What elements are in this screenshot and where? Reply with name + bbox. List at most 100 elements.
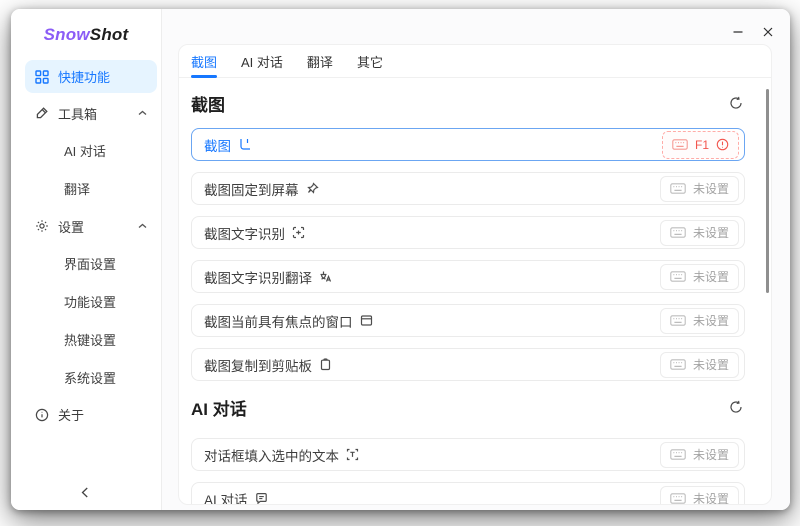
- sidebar-item-label: 快捷功能: [58, 70, 111, 85]
- chevron-up-icon: [138, 223, 147, 229]
- sidebar-item-translate[interactable]: 翻译: [25, 171, 157, 206]
- translate-icon: [319, 270, 332, 283]
- hotkey-row-fill-selected-text[interactable]: 对话框填入选中的文本 未设置: [191, 438, 745, 471]
- sidebar: Snow Shot 快捷功能 工具箱 AI 对话 翻译 设置 界面设置 功能设置…: [11, 9, 162, 510]
- hotkey-badge[interactable]: 未设置: [659, 351, 739, 378]
- hotkey-value: F1: [694, 137, 709, 152]
- sidebar-item-label: 关于: [58, 408, 85, 423]
- chevron-up-icon: [138, 110, 147, 116]
- row-label-wrap: 截图当前具有焦点的窗口: [204, 311, 373, 331]
- sidebar-item-label: 翻译: [64, 182, 91, 197]
- refresh-icon[interactable]: [729, 96, 743, 110]
- window-icon: [360, 314, 373, 327]
- keyboard-icon: [670, 359, 686, 370]
- section-title: 截图: [191, 95, 225, 115]
- hotkey-settings-card: 截图 AI 对话 翻译 其它 截图 截图 F1 截图固定到屏幕 未设置 截图文字…: [178, 44, 772, 505]
- sidebar-item-settings[interactable]: 设置: [25, 209, 157, 243]
- hotkey-row-ocr-translate[interactable]: 截图文字识别翻译 未设置: [191, 260, 745, 293]
- sidebar-item-system-settings[interactable]: 系统设置: [25, 360, 157, 395]
- keyboard-icon: [670, 315, 686, 326]
- hotkey-row-ocr[interactable]: 截图文字识别 未设置: [191, 216, 745, 249]
- snowshot-window: Snow Shot 快捷功能 工具箱 AI 对话 翻译 设置 界面设置 功能设置…: [11, 9, 790, 510]
- crop-icon: [238, 138, 251, 151]
- sidebar-item-about[interactable]: 关于: [25, 398, 157, 431]
- hotkey-badge[interactable]: 未设置: [659, 441, 739, 468]
- sidebar-item-label: 工具箱: [58, 106, 98, 122]
- info-icon: [35, 408, 49, 422]
- sidebar-item-label: AI 对话: [64, 144, 106, 159]
- hotkey-placeholder: 未设置: [692, 448, 729, 462]
- sidebar-item-ai-chat[interactable]: AI 对话: [25, 133, 157, 168]
- sidebar-item-label: 热键设置: [64, 333, 117, 348]
- hotkey-badge[interactable]: 未设置: [659, 263, 739, 290]
- hotkey-badge[interactable]: 未设置: [659, 219, 739, 246]
- row-label: 截图当前具有焦点的窗口: [204, 314, 353, 330]
- hotkey-badge[interactable]: 未设置: [659, 307, 739, 334]
- row-label-wrap: 截图复制到剪贴板: [204, 355, 332, 375]
- ocr-icon: [292, 226, 305, 239]
- sidebar-item-toolbox[interactable]: 工具箱: [25, 96, 157, 130]
- hotkey-placeholder: 未设置: [692, 270, 729, 284]
- hotkey-badge[interactable]: 未设置: [659, 175, 739, 202]
- row-label: AI 对话: [204, 492, 248, 505]
- row-label: 截图固定到屏幕: [204, 182, 299, 198]
- tab-label: AI 对话: [241, 54, 283, 70]
- gear-icon: [35, 219, 49, 233]
- hotkey-placeholder: 未设置: [692, 314, 729, 328]
- tab-other[interactable]: 其它: [357, 45, 383, 77]
- desktop-background: Snow Shot 快捷功能 工具箱 AI 对话 翻译 设置 界面设置 功能设置…: [0, 0, 800, 526]
- hotkey-row-fix-to-screen[interactable]: 截图固定到屏幕 未设置: [191, 172, 745, 205]
- clipboard-icon: [319, 358, 332, 371]
- row-label-wrap: 截图: [204, 135, 251, 155]
- hotkey-row-focused-window[interactable]: 截图当前具有焦点的窗口 未设置: [191, 304, 745, 337]
- tab-label: 截图: [191, 54, 218, 70]
- sidebar-item-hotkey-settings[interactable]: 热键设置: [25, 322, 157, 357]
- hotkey-row-ai-chat[interactable]: AI 对话 未设置: [191, 482, 745, 505]
- grid-icon: [35, 69, 49, 84]
- hotkey-badge[interactable]: F1: [661, 130, 739, 159]
- logo-snow: Snow: [43, 24, 90, 44]
- row-label: 截图文字识别翻译: [204, 270, 312, 286]
- keyboard-icon: [670, 183, 686, 194]
- section-title: AI 对话: [191, 399, 247, 419]
- hotkey-placeholder: 未设置: [692, 182, 729, 196]
- tab-ai-chat[interactable]: AI 对话: [241, 45, 283, 77]
- row-label: 截图: [204, 138, 231, 154]
- pin-icon: [306, 182, 319, 195]
- tab-label: 其它: [356, 54, 383, 70]
- sidebar-item-label: 设置: [58, 219, 85, 235]
- keyboard-icon: [670, 227, 686, 238]
- sidebar-item-interface-settings[interactable]: 界面设置: [25, 246, 157, 281]
- logo-shot: Shot: [89, 24, 129, 44]
- hotkey-row-screenshot[interactable]: 截图 F1: [191, 128, 745, 161]
- sidebar-item-label: 功能设置: [64, 295, 117, 310]
- row-label: 截图文字识别: [204, 226, 285, 242]
- chevron-left-icon: [81, 487, 89, 498]
- vertical-scrollbar[interactable]: [766, 89, 769, 293]
- app-logo: Snow Shot: [11, 9, 161, 60]
- chat-icon: [255, 492, 268, 504]
- sidebar-item-label: 系统设置: [64, 371, 117, 386]
- tab-label: 翻译: [306, 54, 333, 70]
- hotkey-rows-ai-chat: 对话框填入选中的文本 未设置 AI 对话 未设置: [191, 438, 745, 505]
- tab-screenshot[interactable]: 截图: [191, 45, 218, 78]
- hotkey-placeholder: 未设置: [692, 492, 729, 505]
- minimize-button[interactable]: [726, 21, 750, 43]
- warning-circle-icon: [716, 138, 729, 151]
- sidebar-item-function-settings[interactable]: 功能设置: [25, 284, 157, 319]
- sidebar-item-quick-functions[interactable]: 快捷功能: [25, 60, 157, 93]
- close-button[interactable]: [756, 21, 780, 43]
- card-content: 截图 截图 F1 截图固定到屏幕 未设置 截图文字识别 未设置 截图文字识别翻译…: [179, 88, 771, 505]
- tab-bar: 截图 AI 对话 翻译 其它: [179, 45, 771, 78]
- sidebar-collapse-button[interactable]: [77, 483, 93, 502]
- row-label-wrap: 截图文字识别翻译: [204, 267, 332, 287]
- keyboard-icon: [670, 271, 686, 282]
- main-panel: 截图 AI 对话 翻译 其它 截图 截图 F1 截图固定到屏幕 未设置 截图文字…: [162, 9, 790, 510]
- keyboard-icon: [670, 449, 686, 460]
- hotkey-row-copy-clipboard[interactable]: 截图复制到剪贴板 未设置: [191, 348, 745, 381]
- section-header-screenshot: 截图: [191, 88, 745, 118]
- hotkey-badge[interactable]: 未设置: [659, 485, 739, 505]
- tab-translate[interactable]: 翻译: [307, 45, 333, 77]
- sidebar-item-label: 界面设置: [64, 257, 117, 272]
- refresh-icon[interactable]: [729, 400, 743, 414]
